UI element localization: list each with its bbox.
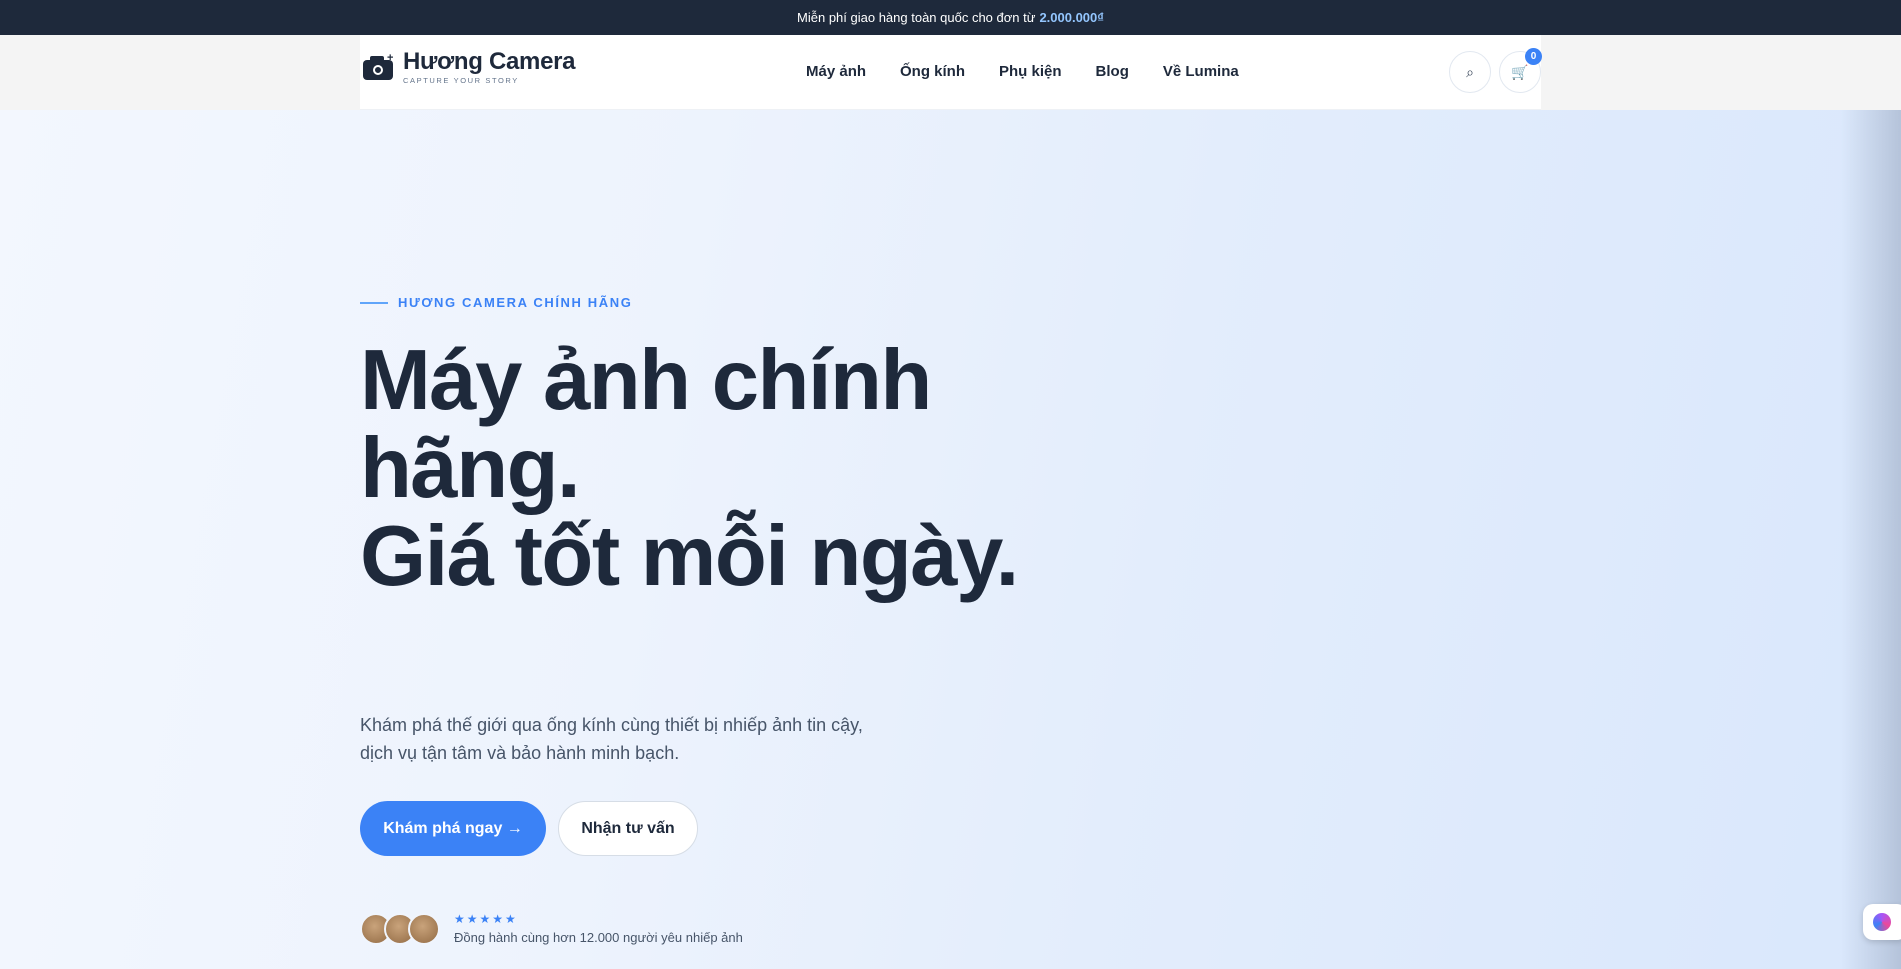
eyebrow-line xyxy=(360,301,388,304)
camera-icon: + xyxy=(361,52,395,82)
hero-eyebrow: HƯƠNG CAMERA CHÍNH HÃNG xyxy=(360,295,632,310)
hero-description: Khám phá thế giới qua ống kính cùng thiế… xyxy=(360,715,863,763)
rating-stars-icon: ★★★★★ xyxy=(454,912,518,926)
announcement-text: Miễn phí giao hàng toàn quốc cho đơn từ xyxy=(797,10,1036,25)
chat-widget-button[interactable] xyxy=(1863,904,1901,940)
avatar xyxy=(408,912,440,945)
hero-edge-shadow xyxy=(1841,110,1901,969)
announcement-amount: 2.000.000₫ xyxy=(1039,10,1104,25)
nav-item-blog[interactable]: Blog xyxy=(1096,63,1129,80)
nav-item-ve-lumina[interactable]: Về Lumina xyxy=(1163,63,1239,80)
customer-avatars xyxy=(360,912,440,945)
brand-name: Hương Camera xyxy=(403,48,576,75)
eyebrow-text: HƯƠNG CAMERA CHÍNH HÃNG xyxy=(398,295,633,310)
main-nav: Máy ảnh Ống kính Phụ kiện Blog Về Lumina xyxy=(806,63,1239,80)
social-proof-text: Đồng hành cùng hơn 12.000 người yêu nhiế… xyxy=(454,930,743,945)
headline-line-1: Máy ảnh chính hãng. xyxy=(360,333,932,516)
brand-logo[interactable]: + Hương Camera CAPTURE YOUR STORY xyxy=(361,48,576,85)
get-advice-button[interactable]: Nhận tư vấn xyxy=(558,801,698,856)
nav-item-ong-kinh[interactable]: Ống kính xyxy=(900,63,965,80)
explore-now-button[interactable]: Khám phá ngay → xyxy=(360,801,546,856)
hero-headline: Máy ảnh chính hãng. Giá tốt mỗi ngày. xyxy=(360,337,1040,601)
search-icon: ⌕ xyxy=(1466,63,1474,80)
headline-line-2: Giá tốt mỗi ngày. xyxy=(360,509,1019,604)
announcement-bar: Miễn phí giao hàng toàn quốc cho đơn từ … xyxy=(0,0,1901,35)
search-button[interactable]: ⌕ xyxy=(1449,51,1491,93)
cart-icon: 🛒 xyxy=(1511,63,1529,80)
assistant-icon xyxy=(1873,913,1891,931)
social-proof: ★★★★★ Đồng hành cùng hơn 12.000 người yê… xyxy=(360,912,743,945)
nav-item-may-anh[interactable]: Máy ảnh xyxy=(806,63,866,80)
site-header: + Hương Camera CAPTURE YOUR STORY Máy ản… xyxy=(360,35,1542,110)
nav-item-phu-kien[interactable]: Phụ kiện xyxy=(999,63,1062,80)
brand-tagline: CAPTURE YOUR STORY xyxy=(403,76,519,85)
cart-count-badge: 0 xyxy=(1525,48,1542,65)
